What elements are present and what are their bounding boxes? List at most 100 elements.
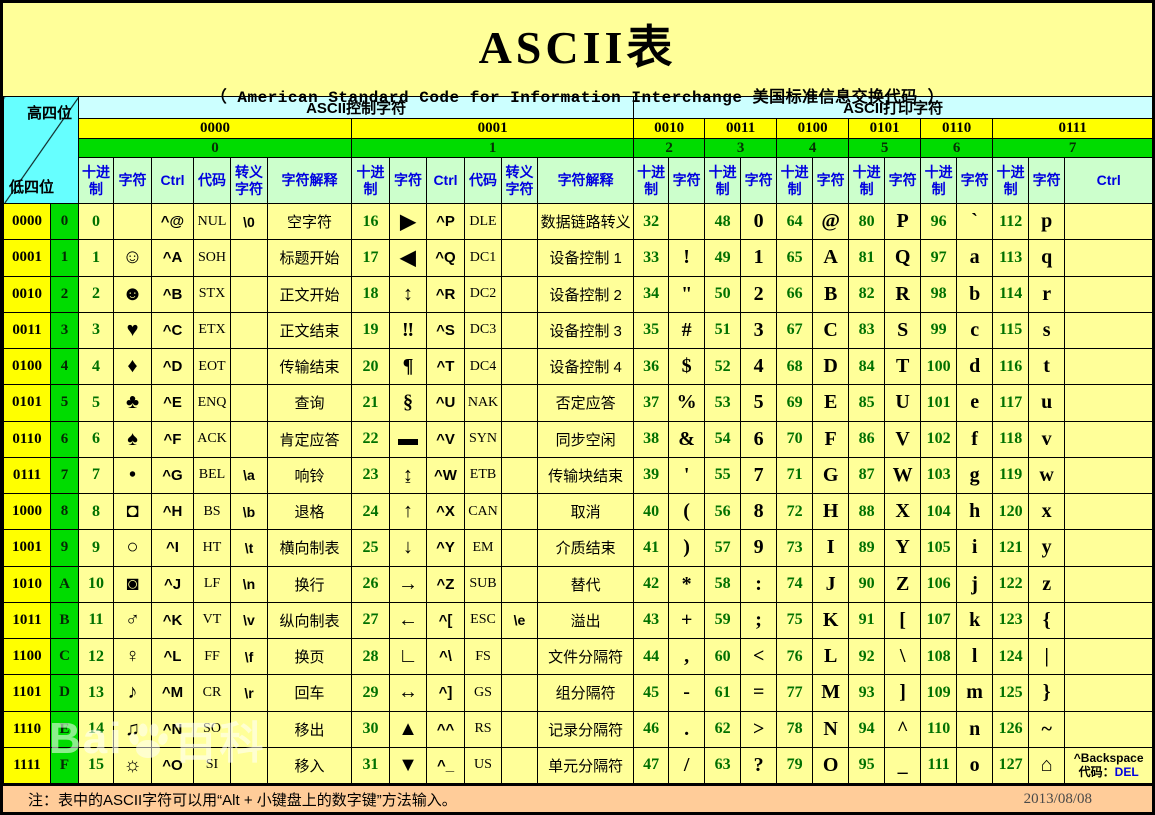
cell-char: ◀ bbox=[390, 240, 427, 276]
cell-ctrl: ^X bbox=[427, 494, 465, 530]
cell-low-bits: 0011 bbox=[4, 312, 51, 348]
cell-char: l bbox=[957, 639, 993, 675]
col-header-ctrl: Ctrl bbox=[427, 158, 465, 204]
cell-escape bbox=[502, 566, 538, 602]
cell-dec: 60 bbox=[705, 639, 741, 675]
cell-char: \ bbox=[885, 639, 921, 675]
cell-ctrl: ^^ bbox=[427, 711, 465, 747]
cell-dec: 75 bbox=[777, 602, 813, 638]
page-title: ASCII表 bbox=[3, 3, 1152, 77]
table-row: 1111F15☼^OSI移入31▼^_US单元分隔符47/63?79O95_11… bbox=[4, 747, 1153, 783]
cell-code: SOH bbox=[194, 240, 231, 276]
cell-char: ⌂ bbox=[1029, 747, 1065, 783]
cell-hex: 1 bbox=[51, 240, 79, 276]
cell-low-bits: 0100 bbox=[4, 349, 51, 385]
cell-dec: 59 bbox=[705, 602, 741, 638]
cell-char: u bbox=[1029, 385, 1065, 421]
cell-desc: 设备控制 2 bbox=[538, 276, 634, 312]
cell-char: Y bbox=[885, 530, 921, 566]
cell-escape bbox=[502, 747, 538, 783]
col-header-dec: 十进制 bbox=[352, 158, 390, 204]
cell-dec: 45 bbox=[634, 675, 669, 711]
cell-ctrl: ^H bbox=[152, 494, 194, 530]
cell-char: ( bbox=[669, 494, 705, 530]
cell-low-bits: 1011 bbox=[4, 602, 51, 638]
cell-ctrl: ^Y bbox=[427, 530, 465, 566]
cell-dec: 31 bbox=[352, 747, 390, 783]
cell-low-bits: 0001 bbox=[4, 240, 51, 276]
cell-char: ← bbox=[390, 602, 427, 638]
cell-low-bits: 1110 bbox=[4, 711, 51, 747]
cell-dec: 69 bbox=[777, 385, 813, 421]
cell-desc: 换行 bbox=[268, 566, 352, 602]
cell-char: § bbox=[390, 385, 427, 421]
cell-char: ` bbox=[957, 204, 993, 240]
table-row: 000000^@NUL\0空字符16▶^PDLE数据链路转义3248064@80… bbox=[4, 204, 1153, 240]
corner-high-bits-label: 高四位 bbox=[27, 102, 72, 123]
cell-char: & bbox=[669, 421, 705, 457]
cell-low-bits: 1100 bbox=[4, 639, 51, 675]
cell-dec: 116 bbox=[993, 349, 1029, 385]
cell-hex: 7 bbox=[51, 457, 79, 493]
cell-ctrl: ^E bbox=[152, 385, 194, 421]
bin-header-0111: 0111 bbox=[993, 119, 1153, 139]
cell-code: NAK bbox=[465, 385, 502, 421]
cell-dec: 64 bbox=[777, 204, 813, 240]
cell-code: RS bbox=[465, 711, 502, 747]
cell-char: M bbox=[813, 675, 849, 711]
table-row: 1010A10◙^JLF\n换行26→^ZSUB替代42*58:74J90Z10… bbox=[4, 566, 1153, 602]
cell-dec: 106 bbox=[921, 566, 957, 602]
cell-char: f bbox=[957, 421, 993, 457]
cell-char: ) bbox=[669, 530, 705, 566]
cell-dec: 6 bbox=[79, 421, 114, 457]
cell-ctrl: ^F bbox=[152, 421, 194, 457]
bin-header-0010: 0010 bbox=[634, 119, 705, 139]
cell-hex: 2 bbox=[51, 276, 79, 312]
col-header-dec: 十进制 bbox=[921, 158, 957, 204]
cell-dec: 82 bbox=[849, 276, 885, 312]
cell-escape: \a bbox=[231, 457, 268, 493]
cell-dec: 55 bbox=[705, 457, 741, 493]
cell-desc: 否定应答 bbox=[538, 385, 634, 421]
cell-desc: 记录分隔符 bbox=[538, 711, 634, 747]
cell-hex: 4 bbox=[51, 349, 79, 385]
cell-dec: 73 bbox=[777, 530, 813, 566]
cell-dec: 15 bbox=[79, 747, 114, 783]
cell-ctrl: ^@ bbox=[152, 204, 194, 240]
digit-header-5: 5 bbox=[849, 139, 921, 158]
cell-desc: 移入 bbox=[268, 747, 352, 783]
cell-desc: 设备控制 4 bbox=[538, 349, 634, 385]
col-header-dec: 十进制 bbox=[79, 158, 114, 204]
cell-del-ctrl: ^Backspace代码：DEL bbox=[1065, 747, 1153, 783]
cell-char: / bbox=[669, 747, 705, 783]
cell-dec: 119 bbox=[993, 457, 1029, 493]
cell-char: ○ bbox=[114, 530, 152, 566]
cell-escape: \b bbox=[231, 494, 268, 530]
cell-char: * bbox=[669, 566, 705, 602]
cell-char: z bbox=[1029, 566, 1065, 602]
cell-dec: 5 bbox=[79, 385, 114, 421]
col-header-ctrl: Ctrl bbox=[1065, 158, 1153, 204]
cell-dec: 54 bbox=[705, 421, 741, 457]
cell-dec: 107 bbox=[921, 602, 957, 638]
cell-ctrl: ^J bbox=[152, 566, 194, 602]
cell-char: p bbox=[1029, 204, 1065, 240]
cell-low-bits: 0110 bbox=[4, 421, 51, 457]
cell-hex: 6 bbox=[51, 421, 79, 457]
cell-desc: 回车 bbox=[268, 675, 352, 711]
cell-dec: 92 bbox=[849, 639, 885, 675]
cell-char: ☻ bbox=[114, 276, 152, 312]
cell-code: SYN bbox=[465, 421, 502, 457]
cell-dec: 42 bbox=[634, 566, 669, 602]
cell-ctrl-empty bbox=[1065, 385, 1153, 421]
table-row: 011066♠^FACK肯定应答22▬^VSYN同步空闲38&54670F86V… bbox=[4, 421, 1153, 457]
cell-ctrl: ^O bbox=[152, 747, 194, 783]
cell-char: q bbox=[1029, 240, 1065, 276]
cell-char: ; bbox=[741, 602, 777, 638]
cell-dec: 126 bbox=[993, 711, 1029, 747]
cell-desc: 肯定应答 bbox=[268, 421, 352, 457]
cell-code: SUB bbox=[465, 566, 502, 602]
cell-ctrl: ^G bbox=[152, 457, 194, 493]
cell-dec: 44 bbox=[634, 639, 669, 675]
cell-char: a bbox=[957, 240, 993, 276]
